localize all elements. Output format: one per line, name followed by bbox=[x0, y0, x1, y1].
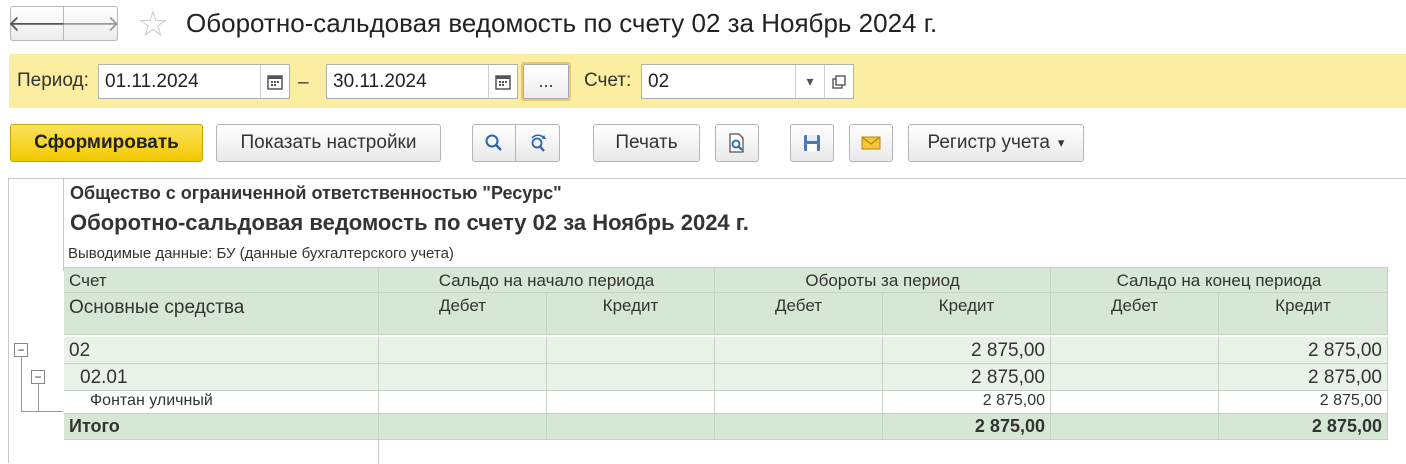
date-from-value: 01.11.2024 bbox=[105, 70, 199, 92]
favorite-star-icon[interactable]: ☆ bbox=[133, 4, 173, 44]
row-turn-credit: 2 875,00 bbox=[883, 364, 1051, 391]
header-end-debit: Дебет bbox=[1051, 293, 1219, 335]
print-preview-icon bbox=[729, 133, 744, 153]
collapse-toggle-icon[interactable]: − bbox=[14, 343, 28, 357]
total-start-debit bbox=[379, 414, 547, 440]
forward-button[interactable]: 🡒 bbox=[61, 6, 120, 41]
header-account: Счет bbox=[64, 267, 379, 293]
date-to-value: 30.11.2024 bbox=[333, 70, 427, 92]
gutter-divider bbox=[63, 179, 64, 271]
row-turn-credit: 2 875,00 bbox=[883, 337, 1051, 364]
arrow-right-icon: 🡒 bbox=[61, 10, 120, 36]
print-button[interactable]: Печать bbox=[593, 124, 700, 162]
report-title: Оборотно-сальдовая ведомость по счету 02… bbox=[70, 210, 749, 235]
account-value: 02 bbox=[648, 70, 670, 92]
search-next-button[interactable] bbox=[516, 124, 560, 162]
search-refresh-icon bbox=[530, 134, 546, 152]
row-start-credit bbox=[547, 337, 715, 364]
header-end-credit: Кредит bbox=[1219, 293, 1388, 335]
header-turn-credit: Кредит bbox=[883, 293, 1051, 335]
open-window-icon[interactable] bbox=[824, 65, 853, 98]
date-to-field[interactable]: 30.11.2024 bbox=[326, 64, 518, 99]
period-label: Период: bbox=[17, 70, 89, 91]
row-turn-debit bbox=[715, 391, 883, 414]
total-start-credit bbox=[547, 414, 715, 440]
row-turn-debit bbox=[715, 364, 883, 391]
calendar-icon[interactable] bbox=[488, 65, 517, 98]
arrow-left-icon: 🡐 bbox=[7, 10, 67, 36]
dots-label: ... bbox=[523, 64, 569, 99]
filter-bar: Период: 01.11.2024 – 30.11.2024 ... Счет… bbox=[9, 54, 1406, 108]
row-start-debit bbox=[379, 364, 547, 391]
total-end-debit bbox=[1051, 414, 1219, 440]
row-account: 02 bbox=[64, 337, 379, 364]
search-button[interactable] bbox=[472, 124, 516, 162]
tree-line bbox=[21, 411, 63, 412]
send-email-button[interactable] bbox=[849, 124, 893, 162]
envelope-icon bbox=[861, 136, 881, 150]
generate-button[interactable]: Сформировать bbox=[10, 124, 203, 162]
show-settings-button[interactable]: Показать настройки bbox=[216, 124, 441, 162]
chevron-down-icon[interactable]: ▾ bbox=[795, 65, 824, 98]
organization-name: Общество с ограниченной ответственностью… bbox=[70, 183, 562, 203]
total-turn-debit bbox=[715, 414, 883, 440]
header-end-balance: Сальдо на конец периода bbox=[1051, 267, 1388, 293]
row-start-debit bbox=[379, 391, 547, 414]
search-icon bbox=[485, 134, 502, 151]
total-turn-credit: 2 875,00 bbox=[883, 414, 1051, 440]
tree-line bbox=[21, 357, 22, 412]
row-account: 02.01 bbox=[64, 364, 379, 391]
row-turn-debit bbox=[715, 337, 883, 364]
row-end-debit bbox=[1051, 391, 1219, 414]
row-start-credit bbox=[547, 391, 715, 414]
floppy-disk-icon bbox=[804, 135, 820, 151]
date-from-field[interactable]: 01.11.2024 bbox=[98, 64, 290, 99]
row-turn-credit: 2 875,00 bbox=[883, 391, 1051, 414]
period-select-button[interactable]: ... bbox=[521, 62, 571, 101]
header-turnover: Обороты за период bbox=[715, 267, 1051, 293]
row-end-credit: 2 875,00 bbox=[1219, 364, 1388, 391]
collapse-toggle-icon[interactable]: − bbox=[31, 370, 45, 384]
header-turn-debit: Дебет bbox=[715, 293, 883, 335]
output-data-note: Выводимые данные: БУ (данные бухгалтерск… bbox=[68, 245, 454, 262]
row-end-credit: 2 875,00 bbox=[1219, 337, 1388, 364]
calendar-icon[interactable] bbox=[260, 65, 289, 98]
total-label: Итого bbox=[64, 414, 379, 440]
tree-line bbox=[38, 384, 39, 412]
register-dropdown-button[interactable]: Регистр учета ▾ bbox=[908, 124, 1084, 162]
account-field[interactable]: 02 ▾ bbox=[641, 64, 854, 99]
period-dash: – bbox=[298, 72, 309, 93]
row-end-debit bbox=[1051, 364, 1219, 391]
header-start-credit: Кредит bbox=[547, 293, 715, 335]
row-start-debit bbox=[379, 337, 547, 364]
header-start-balance: Сальдо на начало периода bbox=[379, 267, 715, 293]
header-start-debit: Дебет bbox=[379, 293, 547, 335]
chevron-down-icon: ▾ bbox=[1057, 135, 1065, 150]
register-label: Регистр учета bbox=[927, 132, 1050, 153]
save-button[interactable] bbox=[790, 124, 834, 162]
back-button[interactable]: 🡐 bbox=[7, 6, 67, 41]
row-asset: Фонтан уличный bbox=[64, 391, 379, 414]
row-end-debit bbox=[1051, 337, 1219, 364]
account-label: Счет: bbox=[584, 70, 632, 91]
window-title: Оборотно-сальдовая ведомость по счету 02… bbox=[186, 8, 938, 38]
preview-button[interactable] bbox=[715, 124, 759, 162]
row-start-credit bbox=[547, 364, 715, 391]
header-fixed-assets: Основные средства bbox=[64, 293, 379, 335]
row-end-credit: 2 875,00 bbox=[1219, 391, 1388, 414]
total-end-credit: 2 875,00 bbox=[1219, 414, 1388, 440]
report-area[interactable]: Общество с ограниченной ответственностью… bbox=[8, 178, 1406, 464]
